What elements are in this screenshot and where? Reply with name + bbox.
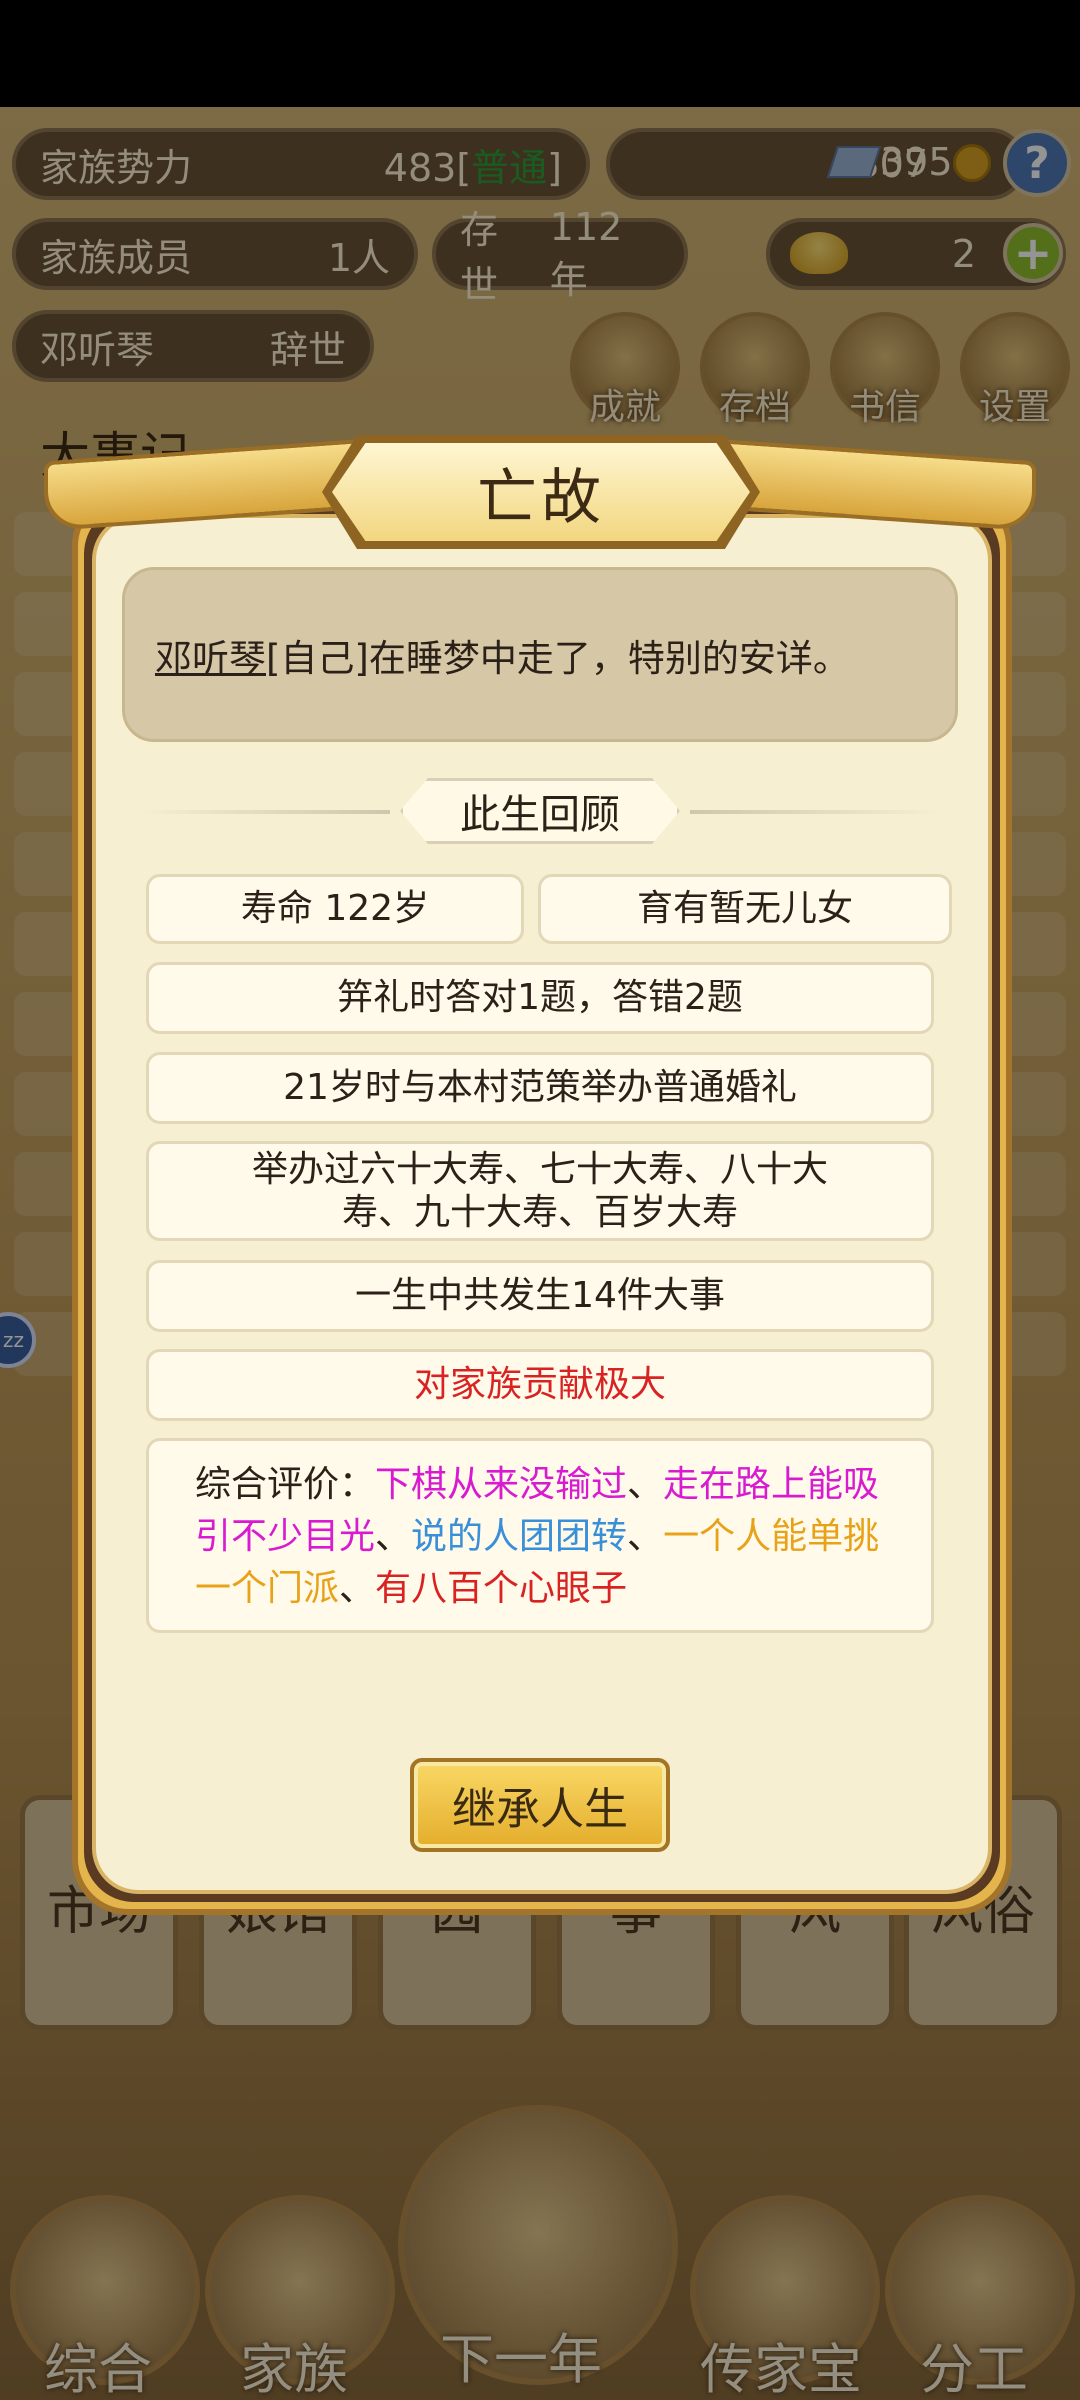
contribution-card: 对家族贡献极大 [146, 1349, 934, 1421]
marriage-card: 21岁时与本村范策举办普通婚礼 [146, 1052, 934, 1124]
children-card: 育有暂无儿女 [538, 874, 952, 944]
death-message-text: [自己]在睡梦中走了，特别的安详。 [266, 636, 850, 680]
title-banner: 亡故 [332, 443, 750, 541]
lifespan-card: 寿命 122岁 [146, 874, 524, 944]
ceremony-card: 笄礼时答对1题，答错2题 [146, 962, 934, 1034]
evaluation-card: 综合评价：下棋从来没输过、走在路上能吸引不少目光、说的人团团转、一个人能单挑一个… [146, 1438, 934, 1633]
evaluation-label: 综合评价： [195, 1464, 376, 1505]
birthdays-card: 举办过六十大寿、七十大寿、八十大寿、九十大寿、百岁大寿 [146, 1141, 934, 1241]
events-card: 一生中共发生14件大事 [146, 1260, 934, 1332]
status-bar [0, 0, 1080, 107]
death-message: 邓听琴 [自己]在睡梦中走了，特别的安详。 [122, 567, 958, 742]
dialog-title: 亡故 [477, 462, 605, 533]
inherit-life-button[interactable]: 继承人生 [410, 1758, 670, 1852]
evaluation-trait: 说的人团团转 [411, 1516, 628, 1557]
deceased-name-link[interactable]: 邓听琴 [155, 628, 266, 682]
evaluation-trait: 有八百个心眼子 [375, 1568, 628, 1609]
life-review-title: 此生回顾 [400, 778, 680, 844]
evaluation-trait: 下棋从来没输过 [375, 1464, 628, 1505]
life-review-header: 此生回顾 [140, 778, 940, 844]
